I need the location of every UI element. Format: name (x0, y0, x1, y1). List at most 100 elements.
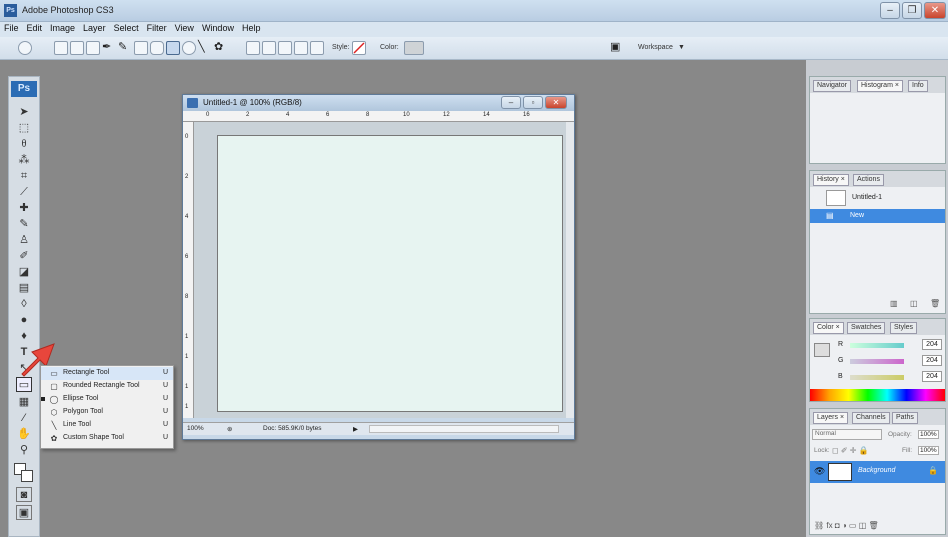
flyout-item-ellipse[interactable]: ◯ Ellipse Tool U (41, 393, 173, 406)
eyedropper-tool-icon[interactable]: ⁄ (16, 411, 32, 426)
flyout-item-line[interactable]: ╲ Line Tool U (41, 419, 173, 432)
doc-close-button[interactable]: ✕ (545, 96, 567, 109)
tab-channels[interactable]: Channels (852, 412, 890, 424)
flyout-item-custom-shape[interactable]: ✿ Custom Shape Tool U (41, 432, 173, 445)
shape-layers-button[interactable] (54, 41, 68, 55)
fill-pixels-button[interactable] (86, 41, 100, 55)
close-button[interactable]: ✕ (924, 2, 946, 19)
menu-window[interactable]: Window (198, 22, 238, 34)
status-menu-arrow-icon[interactable]: ▶ (353, 425, 358, 433)
history-brush-tool-icon[interactable]: ✐ (16, 249, 32, 264)
tab-histogram[interactable]: Histogram × (857, 80, 903, 92)
combine-mode-new-button[interactable] (246, 41, 260, 55)
combine-mode-add-button[interactable] (262, 41, 276, 55)
slice-tool-icon[interactable]: ⟋ (16, 185, 32, 200)
tab-color[interactable]: Color × (813, 322, 844, 334)
new-snapshot-icon[interactable]: ◫ (910, 299, 918, 308)
tab-layers[interactable]: Layers × (813, 412, 849, 424)
freeform-pen-icon[interactable]: ✎ (118, 41, 132, 55)
quick-mask-icon[interactable]: ◙ (16, 487, 32, 502)
fill-field[interactable]: 100% (918, 446, 939, 455)
history-snapshot[interactable]: Untitled-1 (810, 189, 945, 207)
document-title-bar[interactable]: Untitled-1 @ 100% (RGB/8) – ▫ ✕ (183, 95, 574, 111)
flyout-item-polygon[interactable]: ⬡ Polygon Tool U (41, 406, 173, 419)
vertical-scrollbar[interactable] (566, 122, 574, 418)
horizontal-scrollbar[interactable] (369, 425, 559, 433)
clone-stamp-tool-icon[interactable]: ♙ (16, 233, 32, 248)
eye-icon[interactable]: 👁 (814, 466, 825, 477)
lasso-tool-icon[interactable]: ᦲ (16, 137, 32, 152)
b-value[interactable]: 204 (922, 371, 942, 382)
doc-maximize-button[interactable]: ▫ (523, 96, 543, 109)
tab-actions[interactable]: Actions (853, 174, 884, 186)
notes-tool-icon[interactable]: ▦ (16, 395, 32, 410)
ellipse-option-button[interactable] (166, 41, 180, 55)
menu-select[interactable]: Select (110, 22, 143, 34)
horizontal-ruler[interactable]: 0 2 4 6 8 10 12 14 16 (183, 111, 574, 122)
magic-wand-tool-icon[interactable]: ⁂ (16, 153, 32, 168)
menu-file[interactable]: File (0, 22, 23, 34)
color-fg-swatch[interactable] (814, 343, 830, 357)
minimize-button[interactable]: – (880, 2, 900, 19)
history-item-new[interactable]: ▤ New (810, 209, 945, 223)
color-spectrum-bar[interactable] (810, 389, 945, 401)
r-slider[interactable] (850, 343, 904, 348)
tab-info[interactable]: Info (908, 80, 928, 92)
tab-styles[interactable]: Styles (890, 322, 918, 334)
custom-shape-option-icon[interactable]: ✿ (214, 41, 228, 55)
brush-tool-icon[interactable]: ✎ (16, 217, 32, 232)
b-slider[interactable] (850, 375, 904, 380)
crop-tool-icon[interactable]: ⌗ (16, 169, 32, 184)
menu-image[interactable]: Image (46, 22, 79, 34)
gradient-tool-icon[interactable]: ▤ (16, 281, 32, 296)
eraser-tool-icon[interactable]: ◪ (16, 265, 32, 280)
opacity-field[interactable]: 100% (918, 430, 939, 439)
layer-row-background[interactable]: 👁 Background 🔒 (810, 461, 945, 483)
g-slider[interactable] (850, 359, 904, 364)
flyout-item-rounded-rectangle[interactable]: ▢ Rounded Rectangle Tool U (41, 380, 173, 393)
zoom-tool-icon[interactable]: ⚲ (16, 443, 32, 458)
combine-mode-exclude-button[interactable] (310, 41, 324, 55)
tab-navigator[interactable]: Navigator (813, 80, 851, 92)
combine-mode-subtract-button[interactable] (278, 41, 292, 55)
dodge-tool-icon[interactable]: ● (16, 313, 32, 328)
tab-swatches[interactable]: Swatches (847, 322, 886, 334)
canvas[interactable] (217, 135, 563, 412)
pen-tool-icon[interactable]: ✒ (102, 41, 116, 55)
line-option-icon[interactable]: ╲ (198, 41, 212, 55)
combine-mode-intersect-button[interactable] (294, 41, 308, 55)
menu-view[interactable]: View (171, 22, 198, 34)
blur-tool-icon[interactable]: ◊ (16, 297, 32, 312)
doc-minimize-button[interactable]: – (501, 96, 521, 109)
style-picker[interactable] (352, 41, 366, 55)
r-value[interactable]: 204 (922, 339, 942, 350)
rounded-rectangle-option-button[interactable] (150, 41, 164, 55)
lock-icons[interactable]: ◻ ✐ ✛ 🔒 (832, 446, 869, 455)
marquee-tool-icon[interactable]: ⬚ (16, 121, 32, 136)
rectangle-option-button[interactable] (134, 41, 148, 55)
g-value[interactable]: 204 (922, 355, 942, 366)
tool-preset-picker[interactable] (18, 41, 32, 55)
menu-edit[interactable]: Edit (23, 22, 47, 34)
menu-filter[interactable]: Filter (143, 22, 171, 34)
background-color-swatch[interactable] (21, 470, 33, 482)
layer-footer-icons[interactable]: ⛓ fx ◘ ◑ ▭ ◫ 🗑 (814, 521, 879, 530)
workspace-menu[interactable]: Workspace (638, 44, 673, 51)
vertical-ruler[interactable]: 0 2 4 6 8 1 1 1 1 (183, 122, 194, 418)
tab-history[interactable]: History × (813, 174, 849, 186)
menu-layer[interactable]: Layer (79, 22, 110, 34)
trash-icon[interactable]: 🗑 (930, 299, 940, 308)
move-tool-icon[interactable]: ➤ (16, 105, 32, 120)
zoom-field[interactable]: 100% (187, 425, 204, 432)
paths-button[interactable] (70, 41, 84, 55)
restore-button[interactable]: ❐ (902, 2, 922, 19)
healing-brush-tool-icon[interactable]: ✚ (16, 201, 32, 216)
color-swatch[interactable] (404, 41, 424, 55)
polygon-option-button[interactable] (182, 41, 196, 55)
new-document-from-state-icon[interactable]: ▥ (890, 299, 898, 308)
menu-help[interactable]: Help (238, 22, 265, 34)
palette-well-icon[interactable]: ▣ (610, 41, 624, 55)
tab-paths[interactable]: Paths (892, 412, 918, 424)
blend-mode-select[interactable]: Normal (812, 429, 882, 440)
flyout-item-rectangle[interactable]: ▭ Rectangle Tool U (41, 367, 173, 380)
